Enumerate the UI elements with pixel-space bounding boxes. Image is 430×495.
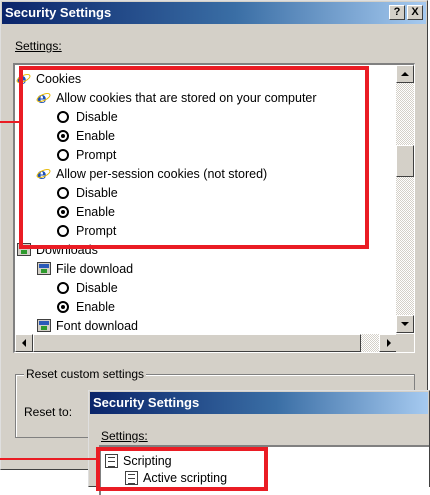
radio-label: Enable bbox=[76, 299, 115, 314]
tree-item-label: File download bbox=[56, 261, 134, 276]
vertical-scroll-thumb[interactable] bbox=[396, 145, 414, 177]
tree-item-label: Downloads bbox=[36, 242, 98, 257]
settings-tree[interactable]: e Cookies e Allow cookies that are store… bbox=[13, 63, 415, 353]
tree-item-label: Scripting bbox=[123, 453, 172, 468]
radio-checked-icon bbox=[57, 300, 69, 313]
download-icon bbox=[37, 262, 51, 275]
tree-item-downloads[interactable]: Downloads bbox=[17, 240, 98, 259]
tree-item-label: Allow per-session cookies (not stored) bbox=[56, 166, 268, 181]
radio-icon bbox=[57, 281, 69, 294]
arrow-right-icon bbox=[387, 339, 391, 347]
overlay-title-bar[interactable]: Security Settings bbox=[90, 392, 428, 414]
radio-label: Disable bbox=[76, 109, 118, 124]
arrow-left-icon bbox=[22, 339, 26, 347]
security-settings-dialog-overlay: Security Settings Settings: Scripting Ac… bbox=[88, 390, 430, 495]
ie-settings-icon: e bbox=[35, 89, 52, 107]
radio-label: Disable bbox=[76, 185, 118, 200]
tree-item-allow-session-cookies[interactable]: e Allow per-session cookies (not stored) bbox=[35, 164, 268, 183]
radio-label: Enable bbox=[76, 128, 115, 143]
ie-settings-icon: e bbox=[15, 70, 32, 88]
radio-file-download-disable[interactable]: Disable bbox=[57, 278, 118, 297]
arrow-down-icon bbox=[401, 322, 409, 326]
scroll-corner bbox=[396, 334, 414, 352]
scroll-right-button[interactable] bbox=[379, 334, 397, 352]
tree-item-allow-stored-cookies[interactable]: e Allow cookies that are stored on your … bbox=[35, 88, 317, 107]
title-bar[interactable]: Security Settings ? X bbox=[2, 2, 426, 24]
overlay-settings-label-text: Settings: bbox=[101, 429, 148, 443]
scroll-down-button[interactable] bbox=[396, 315, 414, 333]
radio-session-prompt[interactable]: Prompt bbox=[57, 221, 116, 240]
radio-icon bbox=[57, 224, 69, 237]
overlay-settings-label: Settings: bbox=[101, 429, 148, 443]
tree-item-label: Allow cookies that are stored on your co… bbox=[56, 90, 317, 105]
radio-session-disable[interactable]: Disable bbox=[57, 183, 118, 202]
script-icon bbox=[105, 453, 118, 468]
radio-label: Prompt bbox=[76, 223, 117, 238]
horizontal-scrollbar[interactable] bbox=[15, 334, 397, 352]
radio-icon bbox=[57, 110, 69, 123]
download-icon bbox=[17, 243, 31, 256]
tree-item-cookies[interactable]: e Cookies bbox=[15, 69, 82, 88]
radio-label: Enable bbox=[76, 204, 115, 219]
scroll-left-button[interactable] bbox=[15, 334, 33, 352]
dialog-title: Security Settings bbox=[5, 5, 112, 20]
radio-checked-icon bbox=[57, 129, 69, 142]
radio-stored-prompt[interactable]: Prompt bbox=[57, 145, 116, 164]
tree-item-active-scripting[interactable]: Active scripting bbox=[125, 468, 227, 487]
horizontal-scroll-thumb[interactable] bbox=[33, 334, 361, 352]
settings-label-text: Settings: bbox=[15, 39, 62, 53]
vertical-scrollbar[interactable] bbox=[396, 65, 414, 333]
radio-file-download-enable[interactable]: Enable bbox=[57, 297, 115, 316]
radio-label: Disable bbox=[76, 280, 118, 295]
tree-item-font-download[interactable]: Font download bbox=[37, 316, 138, 333]
reset-to-label: Reset to: bbox=[24, 405, 72, 419]
tree-item-label: Active scripting bbox=[143, 470, 228, 485]
radio-session-enable[interactable]: Enable bbox=[57, 202, 115, 221]
tree-item-label: Font download bbox=[56, 318, 139, 333]
overlay-settings-tree[interactable]: Scripting Active scripting bbox=[99, 445, 429, 495]
script-icon bbox=[125, 470, 138, 485]
radio-stored-enable[interactable]: Enable bbox=[57, 126, 115, 145]
close-button[interactable]: X bbox=[407, 5, 423, 20]
radio-checked-icon bbox=[57, 205, 69, 218]
ie-settings-icon: e bbox=[35, 165, 52, 183]
tree-item-file-download[interactable]: File download bbox=[37, 259, 133, 278]
overlay-dialog-title: Security Settings bbox=[93, 395, 200, 410]
arrow-up-icon bbox=[401, 72, 409, 76]
radio-label: Prompt bbox=[76, 147, 117, 162]
cookies-callout-line bbox=[0, 121, 22, 123]
scroll-up-button[interactable] bbox=[396, 65, 414, 83]
settings-label: Settings: bbox=[15, 39, 62, 53]
radio-icon bbox=[57, 148, 69, 161]
radio-icon bbox=[57, 186, 69, 199]
scripting-callout-line bbox=[0, 458, 98, 460]
tree-item-label: Cookies bbox=[36, 71, 82, 86]
help-button[interactable]: ? bbox=[389, 5, 405, 20]
reset-group-label: Reset custom settings bbox=[24, 367, 147, 381]
reset-to-label-text: Reset to: bbox=[24, 405, 73, 419]
download-icon bbox=[37, 319, 51, 332]
radio-stored-disable[interactable]: Disable bbox=[57, 107, 118, 126]
